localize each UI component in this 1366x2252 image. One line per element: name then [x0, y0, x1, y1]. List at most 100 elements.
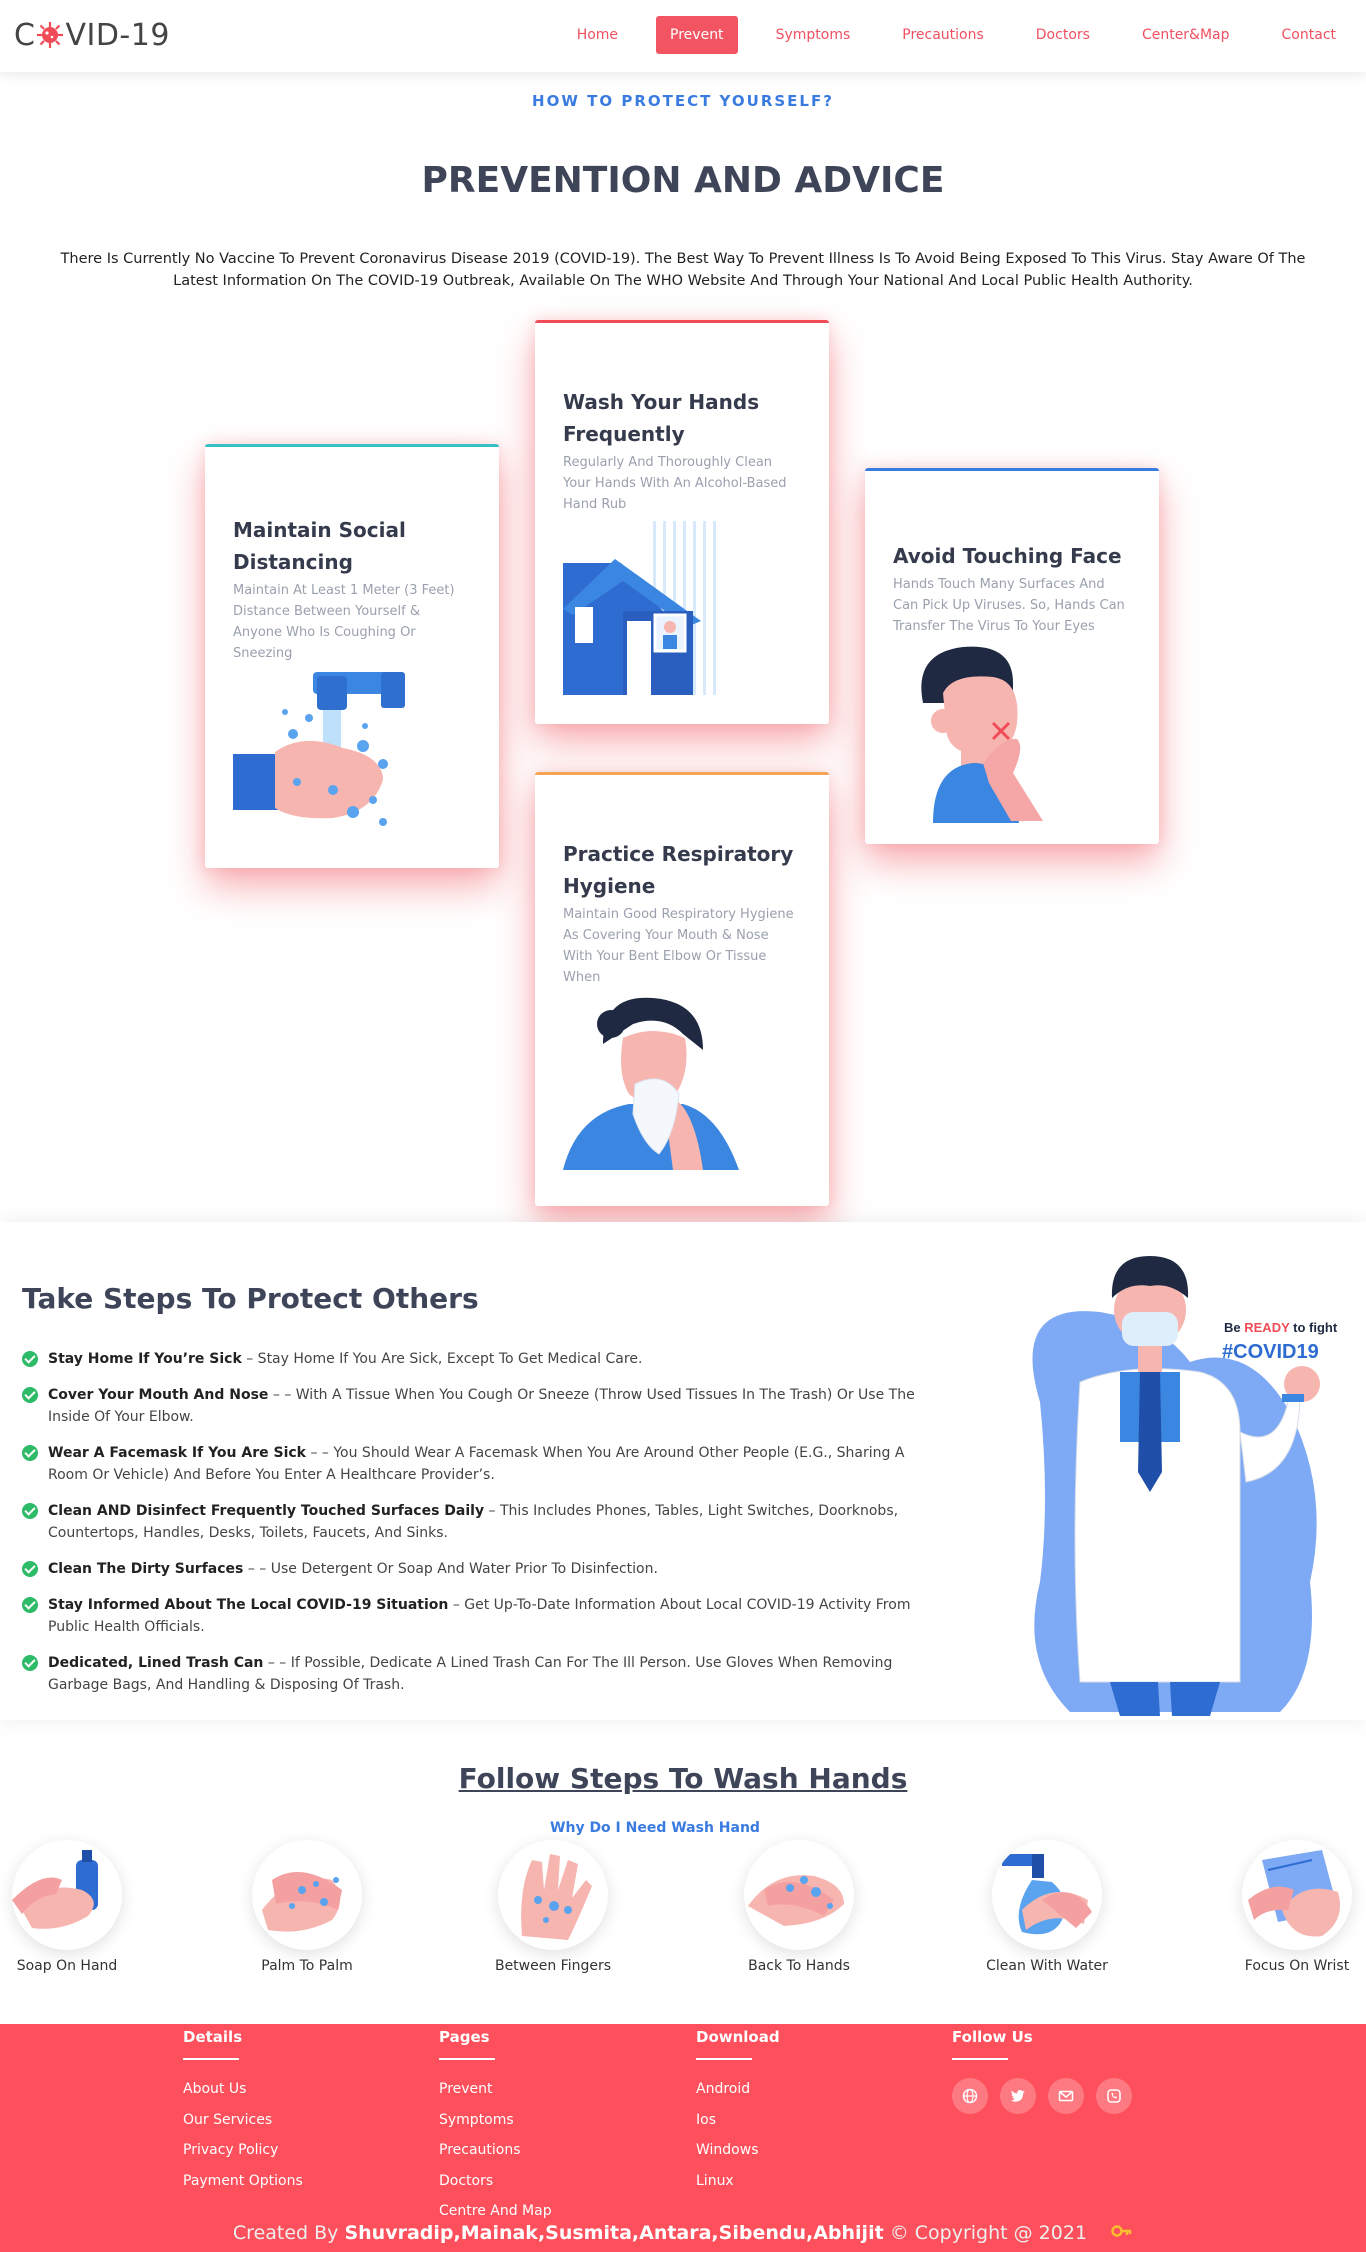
list-item: Clean AND Disinfect Frequently Touched S…: [22, 1500, 922, 1544]
footer-link-privacy[interactable]: Privacy Policy: [183, 2135, 303, 2166]
wash-step-2: Palm To Palm: [232, 1840, 382, 1974]
card-text: Maintain At Least 1 Meter (3 Feet) Dista…: [233, 583, 455, 661]
wash-step-image: [1242, 1840, 1352, 1950]
footer-heading: Pages: [439, 2028, 490, 2046]
wash-step-4: Back To Hands: [724, 1840, 874, 1974]
brand-logo[interactable]: C VID-19: [14, 14, 170, 56]
list-item: Cover Your Mouth And Nose – – With A Tis…: [22, 1384, 922, 1428]
brand-text-end: VID-19: [65, 17, 170, 53]
wash-title: Follow Steps To Wash Hands: [458, 1762, 908, 1795]
sneeze-illustration: [563, 997, 739, 1170]
main-nav: Home Prevent Symptoms Precautions Doctor…: [549, 16, 1350, 54]
footer-link-precautions[interactable]: Precautions: [439, 2135, 552, 2166]
wash-step-image: [12, 1840, 122, 1950]
footer-col-pages: Pages Prevent Symptoms Precautions Docto…: [439, 2024, 552, 2227]
card-avoid-touching-face: Avoid Touching Face Hands Touch Many Sur…: [865, 468, 1159, 844]
nav-precautions[interactable]: Precautions: [888, 16, 998, 54]
card-respiratory-hygiene: Practice Respiratory Hygiene Maintain Go…: [535, 772, 829, 1206]
footer-col-details: Details About Us Our Services Privacy Po…: [183, 2024, 303, 2196]
nav-prevent[interactable]: Prevent: [656, 16, 738, 54]
card-title: Practice Respiratory Hygiene: [563, 842, 794, 898]
face-illustration: [921, 646, 1043, 823]
list-item: Dedicated, Lined Trash Can – – If Possib…: [22, 1652, 922, 1696]
footer-link-android[interactable]: Android: [696, 2074, 780, 2105]
phone-icon[interactable]: [1096, 2078, 1132, 2114]
footer-col-follow: Follow Us: [952, 2024, 1132, 2114]
handwash-illustration: [233, 672, 405, 826]
footer-heading: Download: [696, 2028, 780, 2046]
footer-link-ios[interactable]: Ios: [696, 2105, 780, 2136]
key-icon: [1111, 2222, 1133, 2245]
check-icon: [22, 1597, 38, 1613]
footer-link-doctors[interactable]: Doctors: [439, 2166, 552, 2197]
protect-title: Take Steps To Protect Others: [22, 1282, 479, 1315]
wash-step-label: Back To Hands: [748, 1958, 850, 1974]
footer-link-linux[interactable]: Linux: [696, 2166, 780, 2197]
list-item: Wear A Facemask If You Are Sick – – You …: [22, 1442, 922, 1486]
wash-step-5: Clean With Water: [972, 1840, 1122, 1974]
list-item: Stay Home If You’re Sick – Stay Home If …: [22, 1348, 922, 1370]
footer-link-payment[interactable]: Payment Options: [183, 2166, 303, 2197]
twitter-icon[interactable]: [1000, 2078, 1036, 2114]
card-accent-line: [535, 772, 829, 775]
mail-icon[interactable]: [1048, 2078, 1084, 2114]
card-title: Maintain Social Distancing: [233, 518, 406, 574]
nav-doctors[interactable]: Doctors: [1022, 16, 1104, 54]
wash-step-image: [498, 1840, 608, 1950]
nav-contact[interactable]: Contact: [1268, 16, 1350, 54]
footer-link-windows[interactable]: Windows: [696, 2135, 780, 2166]
wash-step-label: Focus On Wrist: [1244, 1958, 1350, 1974]
doctor-ready-text: READY: [1244, 1320, 1290, 1335]
footer-credit: Created By Shuvradip,Mainak,Susmita,Anta…: [0, 2222, 1366, 2245]
nav-center-map[interactable]: Center&Map: [1128, 16, 1244, 54]
check-icon: [22, 1445, 38, 1461]
doctor-be-text: Be: [1224, 1320, 1241, 1335]
wash-step-label: Soap On Hand: [16, 1958, 118, 1974]
svg-text:Be READY to fight: Be READY to fight: [1224, 1320, 1338, 1335]
social-links: [952, 2078, 1132, 2114]
wash-step-image: [252, 1840, 362, 1950]
doctor-hashtag: #COVID19: [1222, 1341, 1319, 1363]
wash-subtitle[interactable]: Why Do I Need Wash Hand: [0, 1820, 1310, 1836]
intro-text: There Is Currently No Vaccine To Prevent…: [60, 251, 1306, 289]
footer-link-symptoms[interactable]: Symptoms: [439, 2105, 552, 2136]
footer-col-download: Download Android Ios Windows Linux: [696, 2024, 780, 2196]
protect-steps-list: Stay Home If You’re Sick – Stay Home If …: [22, 1348, 922, 1710]
card-accent-line: [865, 468, 1159, 471]
section-kicker: HOW TO PROTECT YOURSELF?: [532, 92, 834, 110]
globe-icon[interactable]: [952, 2078, 988, 2114]
wash-step-label: Between Fingers: [494, 1958, 612, 1974]
card-wash-hands: Wash Your Hands Frequently Regularly And…: [535, 320, 829, 724]
check-icon: [22, 1561, 38, 1577]
wash-step-1: Soap On Hand: [0, 1840, 142, 1974]
footer-heading: Details: [183, 2028, 243, 2046]
card-social-distancing: Maintain Social Distancing Maintain At L…: [205, 444, 499, 868]
check-icon: [22, 1655, 38, 1671]
card-title: Wash Your Hands Frequently: [563, 390, 760, 446]
section-title: PREVENTION AND ADVICE: [421, 160, 945, 201]
wash-step-label: Clean With Water: [986, 1958, 1108, 1974]
brand-text-start: C: [14, 17, 36, 53]
card-title: Avoid Touching Face: [893, 544, 1122, 568]
footer-link-about[interactable]: About Us: [183, 2074, 303, 2105]
nav-symptoms[interactable]: Symptoms: [762, 16, 865, 54]
navbar: C VID-19 Home Prevent Symptoms Precautio…: [0, 0, 1366, 72]
footer-divider: [952, 2058, 1008, 2060]
card-text: Hands Touch Many Surfaces And Can Pick U…: [893, 577, 1125, 634]
wash-step-label: Palm To Palm: [261, 1958, 353, 1974]
doctor-illustration: Be READY to fight #COVID19: [1032, 1256, 1338, 1716]
footer-link-services[interactable]: Our Services: [183, 2105, 303, 2136]
check-icon: [22, 1387, 38, 1403]
footer-heading: Follow Us: [952, 2028, 1033, 2046]
check-icon: [22, 1351, 38, 1367]
protect-others-section: Take Steps To Protect Others Stay Home I…: [0, 1222, 1366, 1720]
card-text: Regularly And Thoroughly Clean Your Hand…: [563, 455, 787, 512]
wash-step-6: Focus On Wrist: [1222, 1840, 1366, 1974]
footer-link-prevent[interactable]: Prevent: [439, 2074, 552, 2105]
wash-step-3: Between Fingers: [478, 1840, 628, 1974]
nav-home[interactable]: Home: [563, 16, 632, 54]
footer-divider: [439, 2058, 495, 2060]
credit-names: Shuvradip,Mainak,Susmita,Antara,Sibendu,…: [344, 2222, 884, 2244]
card-accent-line: [535, 320, 829, 323]
doctor-tofight-text: to fight: [1293, 1320, 1338, 1335]
